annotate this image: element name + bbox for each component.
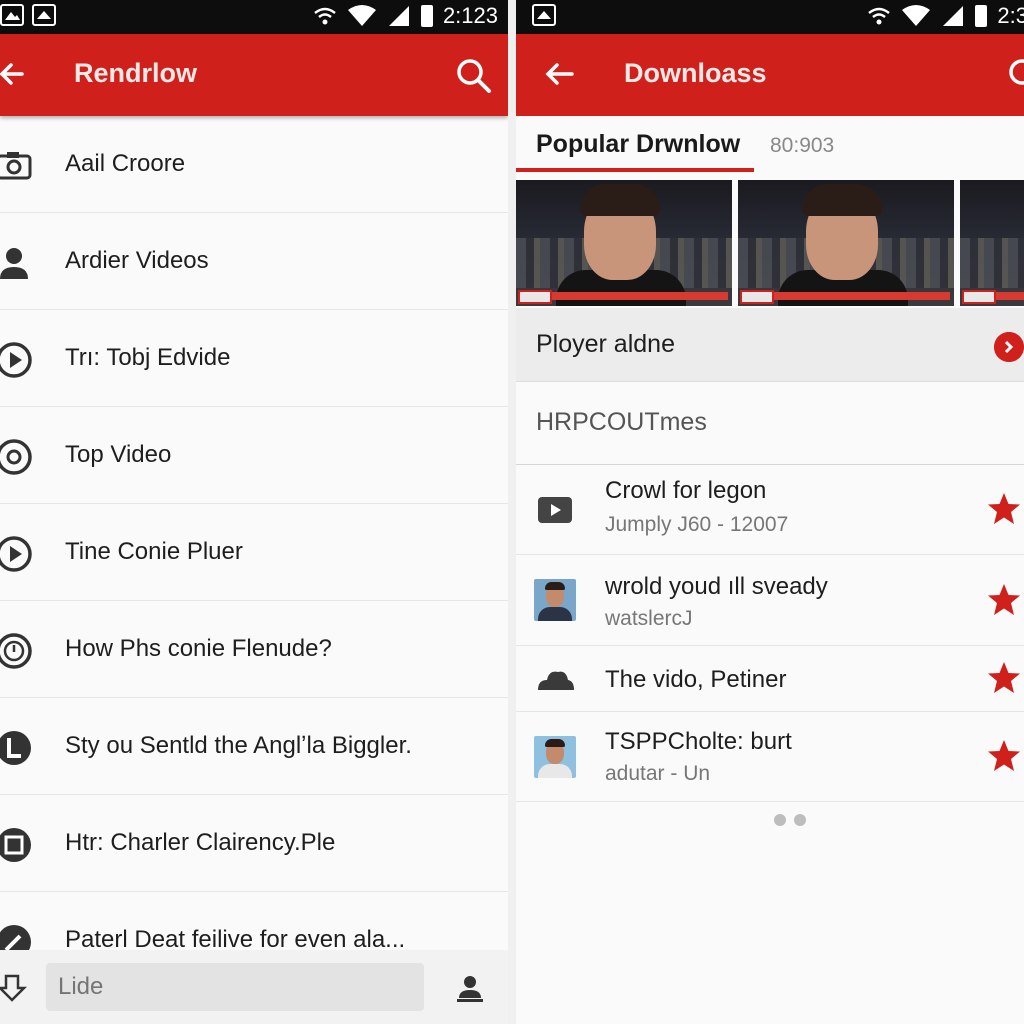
search-icon[interactable] [454,56,494,96]
clock-icon [0,633,32,669]
menu-item-label: Htr: Charler Clairency.Ple [65,829,336,856]
menu-item[interactable]: Aail Croore [0,116,508,213]
player-row[interactable]: Ployer aldne [516,308,1024,382]
status-time: 2:3 [997,3,1024,28]
list-item-title: The vido, Petiner [605,666,787,693]
right-screen: 2:3 Downloass Popular Drwnlow 80:903 Plo… [516,0,1024,1024]
menu-item-label: Aail Croore [65,150,186,177]
menu-item[interactable]: Sty ou Sentld the Anglʼla Biggler. [0,698,508,795]
menu-item-label: Sty ou Sentld the Anglʼla Biggler. [65,732,412,759]
menu-item[interactable]: Tine Conie Pluer [0,504,508,601]
page-title: Rendrlow [74,58,198,88]
list-item[interactable]: Crowl for legon Jumply J60 - 12007 [516,465,1024,555]
notification-icon [0,4,24,26]
menu-item-label: Tine Conie Pluer [65,538,243,565]
list-item[interactable]: The vido, Petiner [516,646,1024,712]
person-icon[interactable] [454,972,486,1004]
menu-item[interactable]: Top Video [0,407,508,504]
status-bar: 2:123 [0,0,508,34]
bottom-bar [0,950,508,1024]
image-notification-icon [532,4,556,26]
signal-icon [388,6,409,26]
signal-icon [943,6,964,26]
list-item-subtitle: watslercJ [605,607,693,630]
l-circle-icon [0,731,31,765]
menu-item-label: How Phs conie Flenude? [65,635,332,662]
download-count: 80:903 [770,134,835,157]
camera-icon [0,152,32,180]
list-item-title: wrold youd ıll sveady [605,573,828,600]
list-item[interactable]: TSPPCholte: burt adutar - Un [516,712,1024,802]
list-item-subtitle: adutar - Un [605,762,711,785]
video-thumbnail-strip [516,180,1024,306]
image-notification-icon [32,4,56,26]
video-thumbnail[interactable] [960,180,1024,306]
wifi-icon [347,5,376,26]
section-header: HRPCOUTmes [536,408,707,436]
record-circle-icon [0,439,32,475]
tab-indicator [516,168,754,172]
player-label: Ployer aldne [536,330,675,358]
list-item-title: Crowl for legon [605,477,767,504]
status-bar: 2:3 [516,0,1024,34]
battery-icon [975,5,988,27]
menu-item[interactable]: Ardier Videos [0,213,508,310]
menu-item-label: Trı: Tobj Edvide [65,344,231,371]
back-arrow-icon[interactable] [542,56,578,92]
video-thumbnail[interactable] [516,180,732,306]
play-circle-icon [0,536,32,572]
left-screen: 2:123 Rendrlow Aail Croore Ardier Videos… [0,0,508,1024]
tab-popular[interactable]: Popular Drwnlow [536,130,740,159]
loading-indicator [774,814,806,826]
list-item[interactable]: wrold youd ıll sveady watslercJ [516,555,1024,646]
battery-icon [420,5,433,27]
person-icon [0,248,28,279]
screen-divider [508,0,516,1024]
wifi-alt-icon [868,7,891,25]
list-item-title: TSPPCholte: burt [605,728,792,755]
list-item-subtitle: Jumply J60 - 12007 [605,513,789,536]
star-icon[interactable] [986,738,1022,774]
search-icon[interactable] [1006,56,1024,96]
download-icon[interactable] [0,972,28,1004]
avatar [534,579,576,621]
app-bar: Downloass [516,34,1024,116]
page-title: Downloass [624,58,767,88]
search-input[interactable] [46,963,424,1011]
menu-item-label: Ardier Videos [65,247,209,274]
play-circle-icon [0,342,32,378]
star-icon[interactable] [986,582,1022,618]
app-bar: Rendrlow [0,34,508,116]
video-thumbnail[interactable] [738,180,954,306]
square-circle-icon [0,828,31,862]
video-icon [538,497,572,523]
star-icon[interactable] [986,660,1022,696]
menu-item-label: Top Video [65,441,172,468]
status-time: 2:123 [442,3,498,28]
back-arrow-icon[interactable] [0,56,36,92]
menu-item[interactable]: Trı: Tobj Edvide [0,310,508,407]
wifi-alt-icon [314,7,336,25]
cloud-icon [538,671,574,690]
star-icon[interactable] [986,491,1022,527]
menu-item[interactable]: How Phs conie Flenude? [0,601,508,698]
tab-bar: Popular Drwnlow 80:903 [516,116,1024,176]
chevron-right-icon[interactable] [994,332,1024,362]
wifi-icon [902,5,931,26]
avatar [534,736,576,778]
menu-item[interactable]: Htr: Charler Clairency.Ple [0,795,508,892]
